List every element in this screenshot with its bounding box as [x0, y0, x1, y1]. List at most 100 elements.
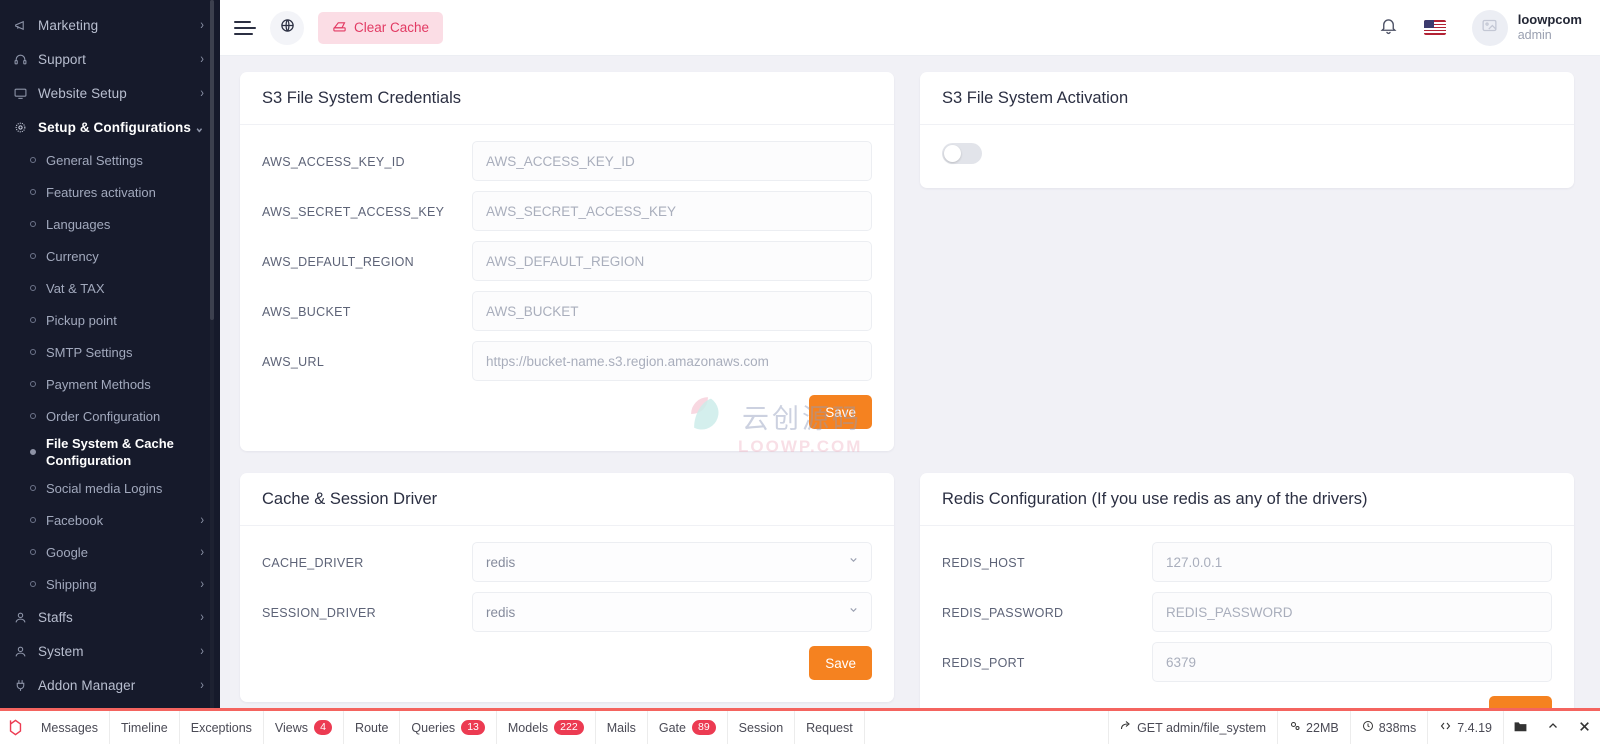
field-label: AWS_SECRET_ACCESS_KEY	[262, 205, 445, 219]
language-globe-button[interactable]	[270, 10, 304, 45]
s3-activation-toggle[interactable]	[942, 143, 982, 164]
aws-secret-access-key-input[interactable]	[472, 191, 872, 231]
user-menu[interactable]: loowpcom admin	[1518, 12, 1582, 44]
cache-driver-select-wrap: redis	[472, 542, 872, 582]
debugbar-tab-exceptions[interactable]: Exceptions	[180, 711, 264, 744]
debugbar-tab-gate[interactable]: Gate 89	[648, 711, 728, 744]
debugbar-tab-session[interactable]: Session	[728, 711, 796, 744]
sidebar-item-smtp-settings[interactable]: SMTP Settings	[0, 336, 220, 368]
sidebar-scroll-area: Marketing › Support › Website Setup › Se…	[0, 0, 220, 702]
sidebar-item-order-configuration[interactable]: Order Configuration	[0, 400, 220, 432]
menu-toggle-icon[interactable]	[234, 15, 260, 41]
debugbar-tab-messages[interactable]: Messages	[30, 711, 110, 744]
debugbar-route-status[interactable]: GET admin/file_system	[1108, 711, 1277, 744]
debugbar-maximize-button[interactable]	[1537, 720, 1569, 735]
field-row-aws-default-region: AWS_DEFAULT_REGION	[262, 241, 872, 281]
laravel-debugbar: Messages Timeline Exceptions Views 4 Rou…	[0, 708, 1600, 744]
sidebar-scrollbar-thumb[interactable]	[210, 0, 214, 320]
debugbar-tab-mails[interactable]: Mails	[596, 711, 648, 744]
bullet-icon	[30, 157, 36, 163]
sidebar-item-addon-manager[interactable]: Addon Manager ›	[0, 668, 220, 702]
sidebar-item-label: System	[38, 643, 84, 659]
debugbar-route-label: GET admin/file_system	[1137, 720, 1267, 735]
field-row-aws-secret-access-key: AWS_SECRET_ACCESS_KEY	[262, 191, 872, 231]
sidebar-item-currency[interactable]: Currency	[0, 240, 220, 272]
avatar[interactable]	[1471, 9, 1508, 46]
card-body-cache-session-driver: CACHE_DRIVER redis SESSION_DRIVER redis …	[240, 526, 894, 702]
debugbar-tab-timeline[interactable]: Timeline	[110, 711, 180, 744]
notifications-bell-button[interactable]	[1379, 16, 1398, 40]
sidebar-item-facebook[interactable]: Facebook ›	[0, 504, 220, 536]
redis-password-input[interactable]	[1152, 592, 1552, 632]
field-row-session-driver: SESSION_DRIVER redis	[262, 592, 872, 632]
chevron-down-icon: ⌄	[194, 120, 204, 136]
save-button-cache-session[interactable]: Save	[809, 646, 872, 680]
field-label: AWS_ACCESS_KEY_ID	[262, 155, 405, 169]
sidebar-item-setup-configurations[interactable]: Setup & Configurations ⌄	[0, 110, 220, 144]
sidebar-item-general-settings[interactable]: General Settings	[0, 144, 220, 176]
sidebar-item-payment-methods[interactable]: Payment Methods	[0, 368, 220, 400]
field-label: REDIS_PORT	[942, 656, 1025, 670]
chevron-right-icon: ›	[200, 576, 204, 592]
bullet-icon	[30, 253, 36, 259]
field-row-cache-driver: CACHE_DRIVER redis	[262, 542, 872, 582]
debugbar-php-version-status[interactable]: 7.4.19	[1427, 711, 1503, 744]
sidebar-item-languages[interactable]: Languages	[0, 208, 220, 240]
card-title-cache-session-driver: Cache & Session Driver	[240, 473, 894, 526]
cache-driver-select[interactable]: redis	[472, 542, 872, 582]
debugbar-tab-label: Views	[274, 720, 309, 735]
sidebar-item-features-activation[interactable]: Features activation	[0, 176, 220, 208]
bullet-icon	[30, 285, 36, 291]
sidebar-item-shipping[interactable]: Shipping ›	[0, 568, 220, 600]
language-flag-icon[interactable]	[1423, 20, 1446, 35]
card-title-redis-configuration: Redis Configuration (If you use redis as…	[920, 473, 1574, 526]
chevron-right-icon: ›	[200, 512, 204, 528]
sidebar-item-file-system-cache-configuration[interactable]: File System & Cache Configuration	[0, 432, 220, 472]
debugbar-memory-status[interactable]: 22MB	[1277, 711, 1350, 744]
aws-url-input[interactable]	[472, 341, 872, 381]
debugbar-tab-label: Models	[507, 720, 549, 735]
debugbar-tab-label: Exceptions	[190, 720, 252, 735]
redis-host-input[interactable]	[1152, 542, 1552, 582]
debugbar-tab-route[interactable]: Route	[344, 711, 401, 744]
chevron-right-icon: ›	[200, 51, 204, 67]
sidebar-item-social-media-logins[interactable]: Social media Logins	[0, 472, 220, 504]
sidebar-item-pickup-point[interactable]: Pickup point	[0, 304, 220, 336]
save-row-cache-session: Save	[262, 646, 872, 680]
sidebar-item-vat-tax[interactable]: Vat & TAX	[0, 272, 220, 304]
debugbar-time-status[interactable]: 838ms	[1349, 711, 1428, 744]
save-button-s3-credentials[interactable]: Save	[809, 395, 872, 429]
sidebar-item-google[interactable]: Google ›	[0, 536, 220, 568]
card-body-s3-activation	[920, 125, 1574, 188]
debugbar-tab-request[interactable]: Request	[795, 711, 865, 744]
sidebar-item-staffs[interactable]: Staffs ›	[0, 600, 220, 634]
sidebar-item-support[interactable]: Support ›	[0, 42, 220, 76]
aws-access-key-id-input[interactable]	[472, 141, 872, 181]
user-role: admin	[1517, 27, 1552, 42]
laravel-logo-icon[interactable]	[0, 718, 30, 737]
bullet-icon	[30, 413, 36, 419]
debugbar-close-button[interactable]	[1569, 720, 1600, 736]
field-control	[472, 341, 872, 381]
sidebar-subitem-label: Order Configuration	[46, 408, 161, 424]
debugbar-tab-views[interactable]: Views 4	[264, 711, 345, 744]
card-s3-activation: S3 File System Activation	[920, 72, 1574, 188]
sidebar-item-marketing[interactable]: Marketing ›	[0, 8, 220, 42]
field-label: CACHE_DRIVER	[262, 556, 364, 570]
session-driver-select[interactable]: redis	[472, 592, 872, 632]
folder-icon	[1513, 720, 1528, 736]
sidebar-subitem-label: Shipping	[46, 576, 97, 592]
sidebar-subitem-label: Languages	[46, 216, 111, 232]
field-control	[1152, 542, 1552, 582]
sidebar-item-label: Marketing	[38, 17, 99, 33]
aws-default-region-input[interactable]	[472, 241, 872, 281]
debugbar-tab-label: Gate	[658, 720, 686, 735]
debugbar-open-storage-button[interactable]	[1503, 711, 1537, 744]
sidebar-item-system[interactable]: System ›	[0, 634, 220, 668]
debugbar-tab-queries[interactable]: Queries 13	[400, 711, 497, 744]
redis-port-input[interactable]	[1152, 642, 1552, 682]
clear-cache-button[interactable]: Clear Cache	[318, 11, 444, 44]
debugbar-tab-models[interactable]: Models 222	[497, 711, 596, 744]
sidebar-item-website-setup[interactable]: Website Setup ›	[0, 76, 220, 110]
aws-bucket-input[interactable]	[472, 291, 872, 331]
